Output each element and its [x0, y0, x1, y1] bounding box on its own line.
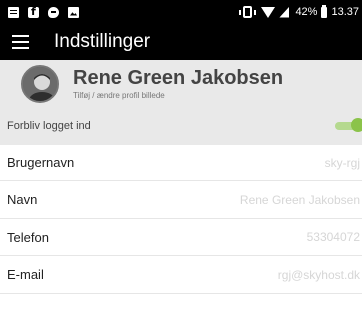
avatar[interactable]: [21, 64, 59, 103]
signal-icon: [279, 6, 290, 18]
page-title: Indstillinger: [54, 31, 151, 52]
username-value[interactable]: sky-rgj: [325, 156, 362, 170]
stay-logged-in-row[interactable]: Forbliv logget ind: [0, 107, 362, 145]
username-row[interactable]: Brugernavn sky-rgj: [0, 145, 362, 181]
name-label: Navn: [7, 192, 38, 207]
notes-icon: [8, 6, 19, 18]
phone-row[interactable]: Telefon 53304072: [0, 219, 362, 256]
gallery-icon: [68, 6, 79, 18]
email-value[interactable]: rgj@skyhost.dk: [278, 268, 362, 282]
facebook-icon: [28, 5, 39, 18]
phone-value[interactable]: 53304072: [307, 230, 362, 244]
email-row[interactable]: E-mail rgj@skyhost.dk: [0, 256, 362, 294]
stay-logged-in-toggle[interactable]: [335, 118, 362, 132]
profile-name: Rene Green Jakobsen: [73, 67, 284, 89]
notification-icons: [0, 5, 79, 18]
change-photo-link[interactable]: Tilføj / ændre profil billede: [73, 91, 283, 100]
email-label: E-mail: [7, 267, 44, 282]
messenger-icon: [48, 6, 59, 18]
profile-header[interactable]: Rene Green Jakobsen Tilføj / ændre profi…: [0, 60, 362, 107]
battery-icon: [321, 4, 328, 18]
phone-label: Telefon: [7, 229, 49, 245]
name-row[interactable]: Navn Rene Green Jakobsen: [0, 181, 362, 219]
system-icons: 42% 13.37: [239, 0, 359, 24]
battery-percent: 42%: [295, 6, 318, 18]
wifi-icon: [261, 6, 276, 18]
hamburger-menu-icon[interactable]: [12, 32, 32, 52]
status-bar: 42% 13.37: [0, 0, 362, 24]
vibrate-icon: [239, 6, 257, 18]
clock: 13.37: [331, 6, 359, 18]
username-label: Brugernavn: [7, 155, 75, 170]
avatar-icon: [23, 66, 57, 101]
app-toolbar: Indstillinger: [0, 24, 362, 60]
toggle-thumb: [351, 118, 362, 132]
name-value[interactable]: Rene Green Jakobsen: [240, 193, 362, 207]
stay-logged-in-label: Forbliv logget ind: [7, 120, 91, 132]
